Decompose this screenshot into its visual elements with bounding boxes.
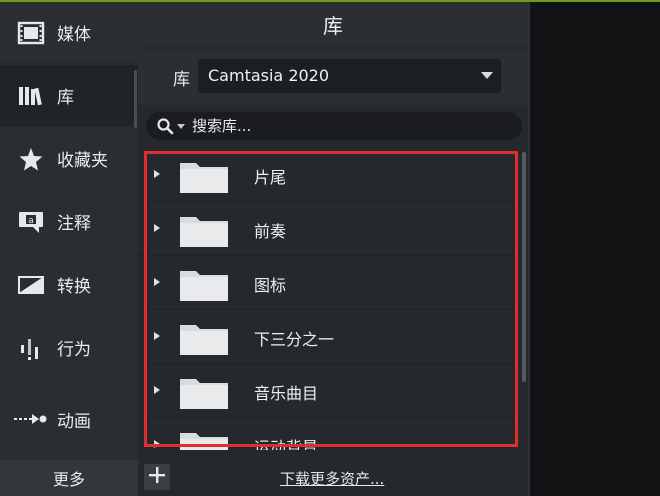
transition-icon: [15, 271, 47, 299]
expand-caret-icon[interactable]: [154, 224, 160, 232]
folder-label: 片尾: [254, 168, 287, 187]
folder-label: 运动背景: [254, 438, 319, 450]
chevron-down-icon: [481, 72, 493, 79]
search-options-caret-icon[interactable]: [177, 124, 185, 129]
nav-item-library[interactable]: 库: [0, 65, 138, 127]
download-more-assets-link[interactable]: 下载更多资产...: [280, 468, 384, 489]
nav-label-favorites: 收藏夹: [57, 151, 108, 171]
folder-icon: [178, 213, 230, 249]
folder-row[interactable]: 图标: [138, 256, 518, 310]
library-selector-row: 库 Camtasia 2020: [138, 49, 528, 105]
folder-row[interactable]: 运动背景: [138, 418, 518, 450]
add-button[interactable]: [144, 464, 170, 490]
left-nav: 媒体 库 收藏夹 a 注释 转换 行为 动画 更多: [0, 2, 138, 496]
nav-label-annotations: 注释: [57, 214, 91, 234]
film-icon: [15, 19, 47, 47]
panel-title: 库: [138, 2, 528, 47]
nav-item-favorites[interactable]: 收藏夹: [0, 128, 138, 190]
search-box: [146, 112, 522, 140]
folder-icon: [178, 159, 230, 195]
folder-row[interactable]: 音乐曲目: [138, 364, 518, 418]
folder-label: 图标: [254, 276, 287, 295]
canvas-panel: [528, 2, 660, 496]
expand-caret-icon[interactable]: [154, 386, 160, 394]
folder-icon: [178, 321, 230, 357]
search-icon[interactable]: [156, 117, 176, 135]
folder-row[interactable]: 片尾: [138, 148, 518, 202]
nav-item-behaviors[interactable]: 行为: [0, 317, 138, 379]
nav-item-transitions[interactable]: 转换: [0, 254, 138, 316]
folder-label: 前奏: [254, 222, 287, 241]
more-button[interactable]: 更多: [0, 460, 138, 496]
nav-label-transitions: 转换: [57, 277, 91, 297]
folder-icon: [178, 267, 230, 303]
nav-item-animations[interactable]: 动画: [0, 380, 138, 458]
nav-label-animations: 动画: [57, 411, 91, 432]
nav-label-media: 媒体: [57, 25, 91, 45]
search-input[interactable]: [192, 115, 492, 137]
behavior-icon: [15, 334, 47, 362]
folder-label: 音乐曲目: [254, 384, 319, 403]
library-panel: 库 库 Camtasia 2020 片尾: [138, 2, 528, 496]
library-books-icon: [15, 82, 47, 110]
expand-caret-icon[interactable]: [154, 332, 160, 340]
library-dropdown[interactable]: Camtasia 2020: [198, 59, 501, 93]
animation-arrow-icon: [12, 405, 48, 433]
expand-caret-icon[interactable]: [154, 278, 160, 286]
annotation-icon: a: [15, 208, 47, 236]
folder-list-scrollbar[interactable]: [522, 152, 526, 382]
star-icon: [15, 145, 47, 173]
panel-bottom-bar: 下载更多资产...: [138, 460, 528, 496]
library-label: 库: [173, 70, 190, 90]
svg-text:a: a: [28, 216, 34, 226]
plus-icon: [148, 466, 166, 488]
library-dropdown-value: Camtasia 2020: [208, 66, 330, 85]
nav-item-media[interactable]: 媒体: [0, 2, 138, 64]
nav-item-annotations[interactable]: a 注释: [0, 191, 138, 253]
folder-row[interactable]: 下三分之一: [138, 310, 518, 364]
nav-scrollbar[interactable]: [134, 70, 137, 128]
folder-icon: [178, 375, 230, 411]
folder-label: 下三分之一: [254, 330, 335, 349]
folder-list: 片尾 前奏 图标 下三分之一 音乐曲目 运动背景: [138, 148, 518, 450]
nav-label-behaviors: 行为: [57, 340, 91, 360]
nav-label-library: 库: [57, 88, 74, 108]
folder-row[interactable]: 前奏: [138, 202, 518, 256]
expand-caret-icon[interactable]: [154, 440, 160, 448]
expand-caret-icon[interactable]: [154, 170, 160, 178]
folder-icon: [178, 429, 230, 450]
